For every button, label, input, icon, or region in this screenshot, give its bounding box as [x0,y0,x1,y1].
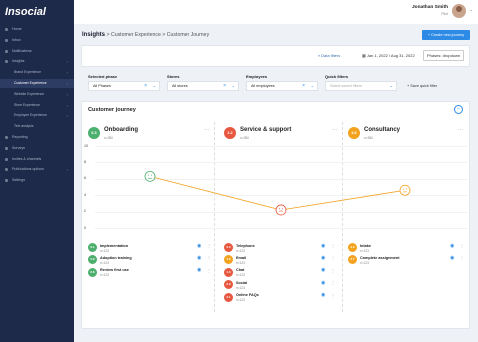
data-point-marker[interactable] [144,170,156,182]
journey-chart [144,170,411,216]
data-point-marker[interactable] [275,204,287,216]
series-line-segment [280,189,406,211]
series-line-segment [149,175,282,211]
data-point-marker[interactable] [399,184,411,196]
